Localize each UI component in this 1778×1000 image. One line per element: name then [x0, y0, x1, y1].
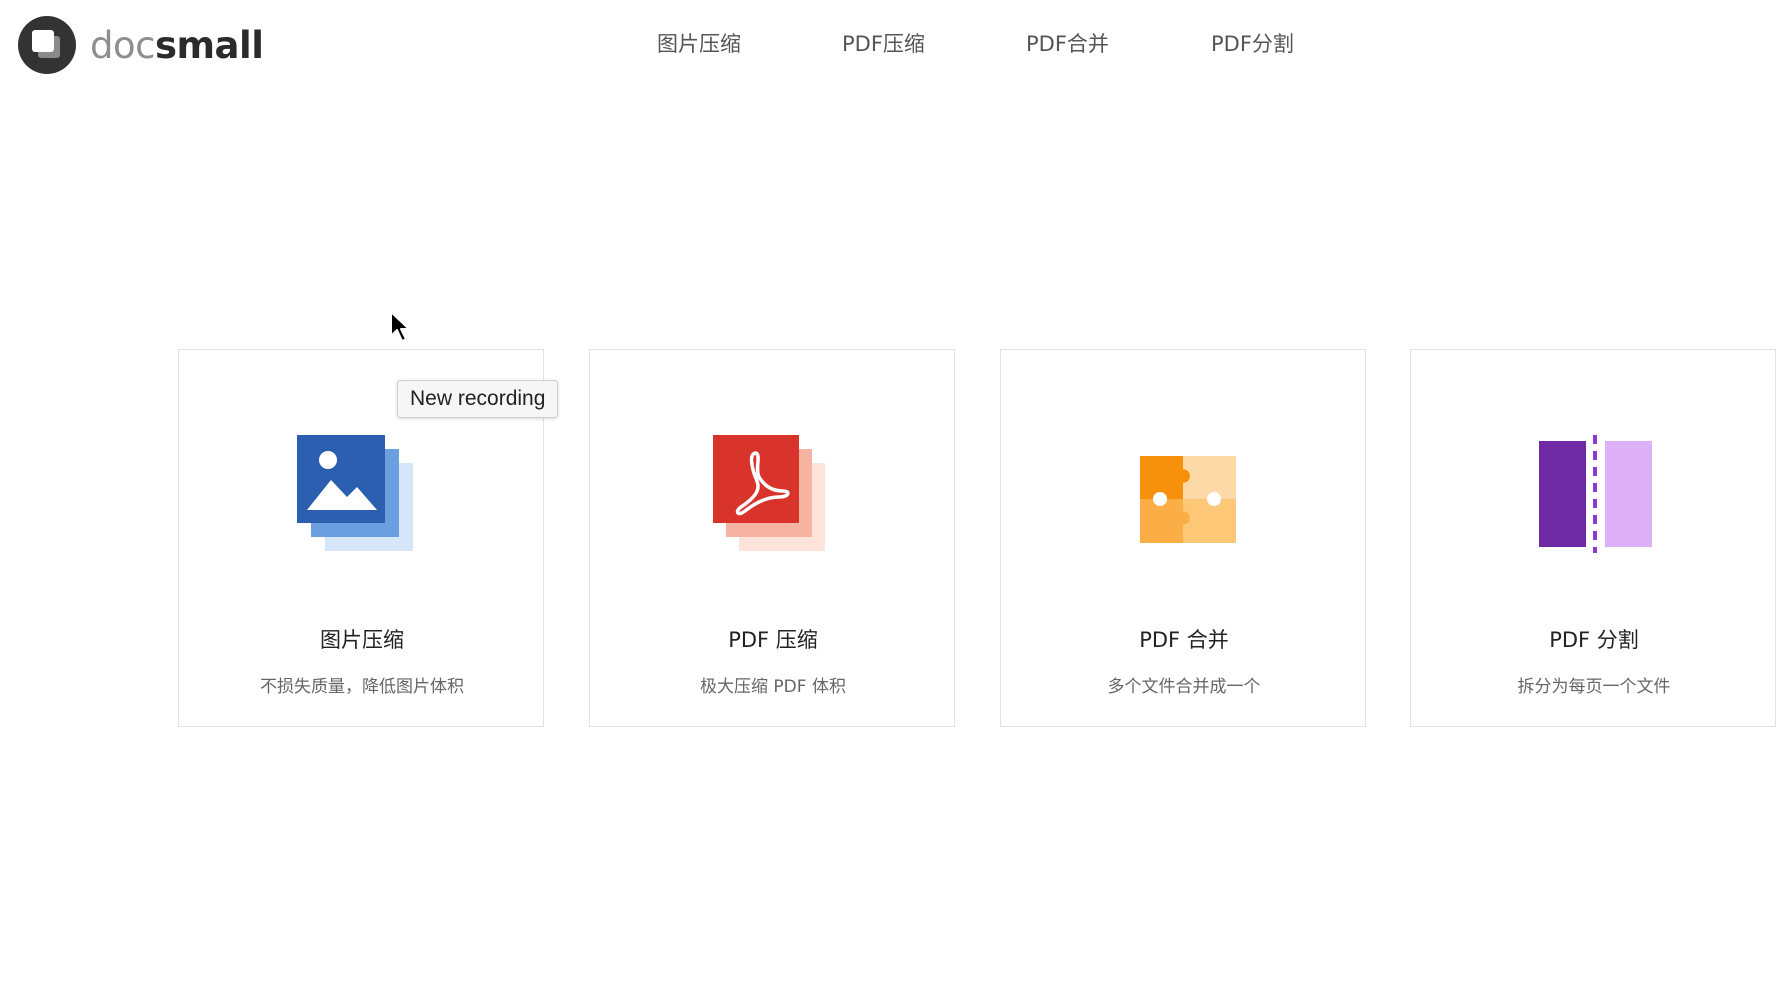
card-pdf-compress[interactable]: PDF 压缩 极大压缩 PDF 体积 — [589, 349, 955, 727]
nav-item-pdf-compress[interactable]: PDF压缩 — [842, 28, 925, 58]
card-pdf-split[interactable]: PDF 分割 拆分为每页一个文件 — [1410, 349, 1776, 727]
image-icon — [179, 435, 545, 565]
pdf-icon — [590, 435, 956, 565]
header: docsmall 图片压缩 PDF压缩 PDF合并 PDF分割 — [0, 0, 1778, 90]
card-pdf-merge[interactable]: PDF 合并 多个文件合并成一个 — [1000, 349, 1366, 727]
nav-item-image-compress[interactable]: 图片压缩 — [657, 28, 741, 58]
page: docsmall 图片压缩 PDF压缩 PDF合并 PDF分割 图片压缩 不损失… — [0, 0, 1778, 1000]
card-title: 图片压缩 — [320, 628, 404, 652]
split-icon — [1411, 435, 1777, 565]
puzzle-icon — [1001, 435, 1367, 565]
card-title: PDF 分割 — [1549, 628, 1639, 652]
card-title: PDF 合并 — [1139, 628, 1229, 652]
card-description: 不损失质量，降低图片体积 — [260, 677, 464, 697]
nav-item-pdf-merge[interactable]: PDF合并 — [1026, 28, 1109, 58]
new-recording-tooltip: New recording — [397, 380, 559, 418]
card-description: 多个文件合并成一个 — [1107, 677, 1261, 697]
card-title: PDF 压缩 — [728, 628, 818, 652]
nav-item-pdf-split[interactable]: PDF分割 — [1211, 28, 1294, 58]
arrow-cursor-icon — [390, 311, 410, 342]
card-description: 极大压缩 PDF 体积 — [700, 677, 846, 697]
main-nav: 图片压缩 PDF压缩 PDF合并 PDF分割 — [0, 28, 1778, 58]
card-description: 拆分为每页一个文件 — [1517, 677, 1671, 697]
